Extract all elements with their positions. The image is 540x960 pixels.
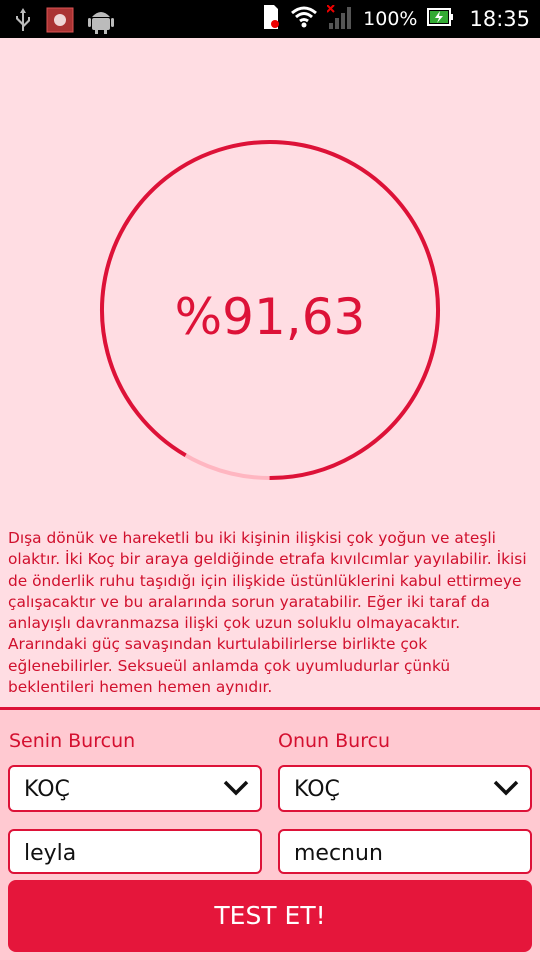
system-status: 100% 18:35 [261, 0, 530, 38]
compatibility-percent: %91,63 [174, 288, 366, 346]
their-name-value: mecnun [294, 841, 383, 866]
main-content: %91,63 Dışa dönük ve hareketli bu iki ki… [0, 38, 540, 960]
their-sign-label: Onun Burcu [278, 730, 391, 752]
usb-icon [14, 7, 32, 37]
chevron-down-icon [492, 778, 520, 804]
test-button[interactable]: TEST ET! [8, 880, 532, 952]
their-sign-select[interactable]: KOÇ [278, 765, 532, 812]
test-form: Senin Burcun Onun Burcu KOÇ KOÇ leyla me… [0, 710, 540, 960]
your-name-input[interactable]: leyla [8, 829, 262, 874]
sim-icon [261, 4, 281, 35]
wifi-icon [291, 6, 318, 33]
battery-percent: 100% [363, 8, 418, 30]
notification-icons [14, 6, 114, 38]
chevron-down-icon [222, 778, 250, 804]
compatibility-description: Dışa dönük ve hareketli bu iki kişinin i… [8, 529, 527, 697]
signal-icon [326, 3, 353, 34]
your-sign-value: KOÇ [24, 777, 70, 802]
photo-notification-icon [46, 7, 74, 37]
your-sign-label: Senin Burcun [9, 730, 136, 752]
android-icon [88, 6, 114, 38]
their-name-input[interactable]: mecnun [278, 829, 532, 874]
their-sign-value: KOÇ [294, 777, 340, 802]
clock: 18:35 [469, 7, 530, 31]
your-name-value: leyla [24, 841, 77, 866]
battery-icon [427, 7, 454, 32]
your-sign-select[interactable]: KOÇ [8, 765, 262, 812]
status-bar: 100% 18:35 [0, 0, 540, 38]
